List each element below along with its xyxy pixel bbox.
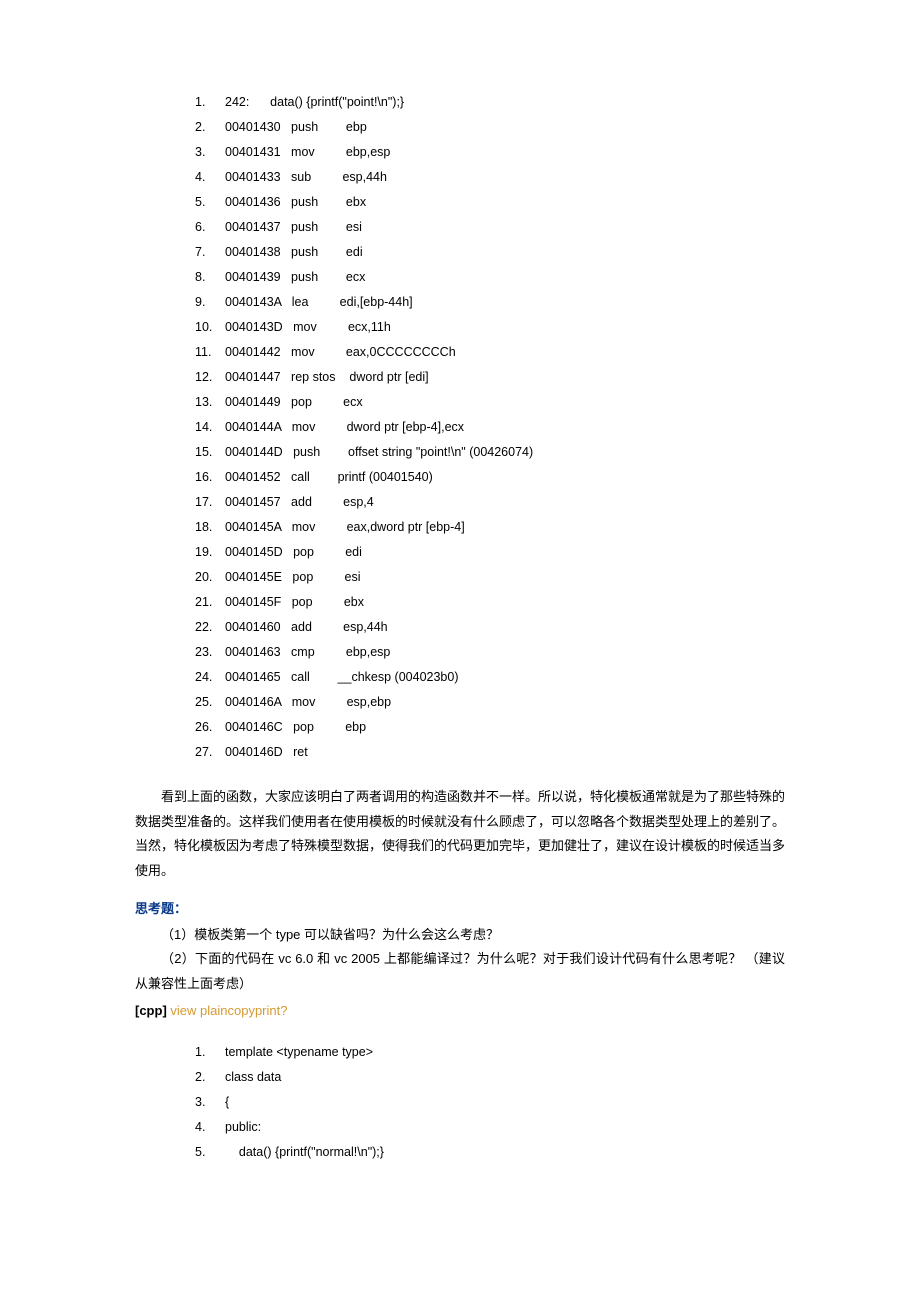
code-line: 5. data() {printf("normal!\n");}	[195, 1140, 785, 1165]
print-link[interactable]: print	[255, 1003, 280, 1018]
code-line: 10.0040143D mov ecx,11h	[195, 315, 785, 340]
code-line: 4.public:	[195, 1115, 785, 1140]
question-2: （2）下面的代码在 vc 6.0 和 vc 2005 上都能编译过？为什么呢？对…	[135, 947, 785, 996]
code-line: 5.00401436 push ebx	[195, 190, 785, 215]
code-line: 13.00401449 pop ecx	[195, 390, 785, 415]
assembly-listing: 1.242: data() {printf("point!\n");}2.004…	[195, 90, 785, 765]
code-line: 12.00401447 rep stos dword ptr [edi]	[195, 365, 785, 390]
code-line: 16.00401452 call printf (00401540)	[195, 465, 785, 490]
code-line: 19.0040145D pop edi	[195, 540, 785, 565]
code-links: view plaincopyprint?	[170, 1003, 287, 1018]
explanation-paragraph: 看到上面的函数，大家应该明白了两者调用的构造函数并不一样。所以说，特化模板通常就…	[135, 785, 785, 884]
code-line: 11.00401442 mov eax,0CCCCCCCCh	[195, 340, 785, 365]
cpp-label: [cpp]	[135, 1003, 170, 1018]
code-line: 20.0040145E pop esi	[195, 565, 785, 590]
code-line: 24.00401465 call __chkesp (004023b0)	[195, 665, 785, 690]
code-line: 22.00401460 add esp,44h	[195, 615, 785, 640]
code-line: 9.0040143A lea edi,[ebp-44h]	[195, 290, 785, 315]
code-line: 8.00401439 push ecx	[195, 265, 785, 290]
code-line: 18.0040145A mov eax,dword ptr [ebp-4]	[195, 515, 785, 540]
code-line: 3.00401431 mov ebp,esp	[195, 140, 785, 165]
code-line: 26.0040146C pop ebp	[195, 715, 785, 740]
code-line: 21.0040145F pop ebx	[195, 590, 785, 615]
code-line: 23.00401463 cmp ebp,esp	[195, 640, 785, 665]
code-line: 2.class data	[195, 1065, 785, 1090]
code-line: 1.242: data() {printf("point!\n");}	[195, 90, 785, 115]
code-line: 15.0040144D push offset string "point!\n…	[195, 440, 785, 465]
code-line: 1.template <typename type>	[195, 1040, 785, 1065]
code-line: 6.00401437 push esi	[195, 215, 785, 240]
code-line: 25.0040146A mov esp,ebp	[195, 690, 785, 715]
copy-link[interactable]: copy	[227, 1003, 254, 1018]
code-line: 14.0040144A mov dword ptr [ebp-4],ecx	[195, 415, 785, 440]
code-toolbar: [cpp] view plaincopyprint?	[135, 1003, 785, 1018]
code-line: 3.{	[195, 1090, 785, 1115]
code-line: 4.00401433 sub esp,44h	[195, 165, 785, 190]
view-plain-link[interactable]: view plain	[170, 1003, 227, 1018]
code-line: 7.00401438 push edi	[195, 240, 785, 265]
code-line: 27.0040146D ret	[195, 740, 785, 765]
thinking-questions-title: 思考题：	[135, 898, 785, 917]
code-line: 2.00401430 push ebp	[195, 115, 785, 140]
question-1: （1）模板类第一个 type 可以缺省吗？为什么会这么考虑？	[135, 923, 785, 948]
help-link[interactable]: ?	[280, 1003, 287, 1018]
code-line: 17.00401457 add esp,4	[195, 490, 785, 515]
cpp-code-listing: 1.template <typename type>2.class data3.…	[195, 1040, 785, 1165]
